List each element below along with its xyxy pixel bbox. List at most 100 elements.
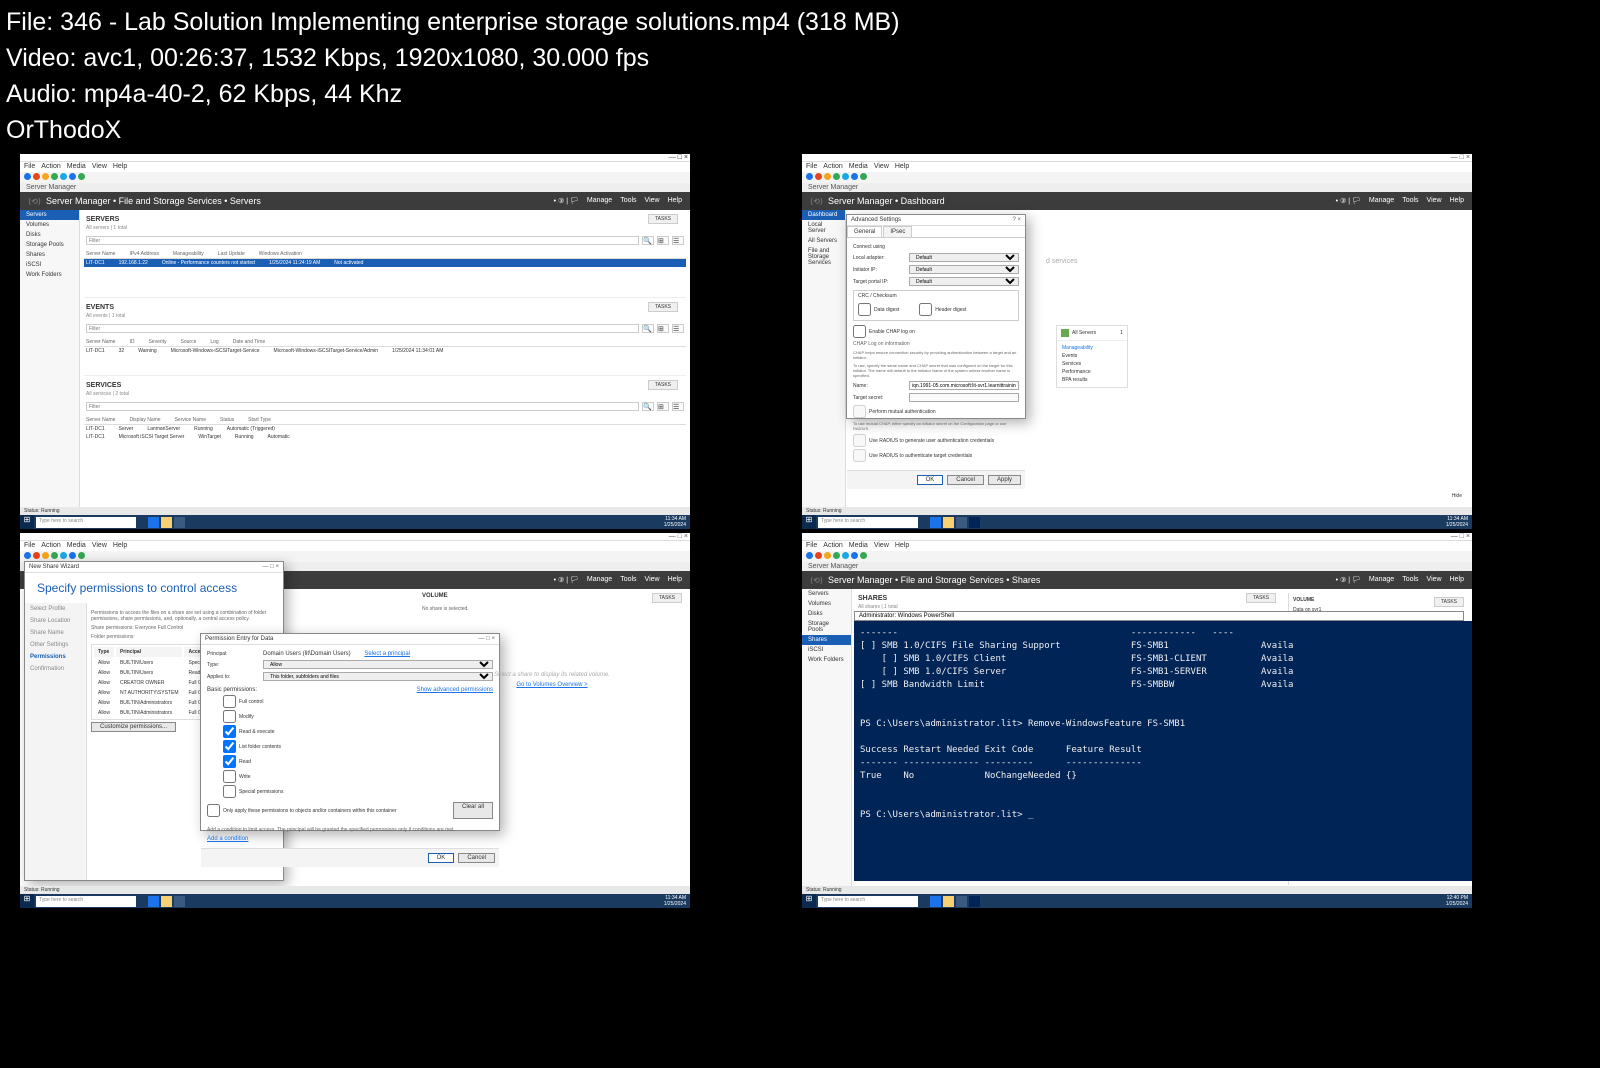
event-row[interactable]: LIT-DC132WarningMicrosoft-Windows-iSCSIT… <box>84 347 686 355</box>
edge-icon <box>148 517 159 528</box>
perm-row[interactable]: AllowCREATOR OWNERFull Con <box>94 679 216 687</box>
powershell-terminal[interactable]: ------- ------------ ---- [ ] SMB 1.0/CI… <box>854 621 1472 881</box>
tile-allservers[interactable]: All Servers1 Manageability Events Servic… <box>1056 325 1128 388</box>
back-icon[interactable]: ⟨⟲⟩ <box>28 197 41 206</box>
service-row[interactable]: LIT-DC1ServerLanmanServerRunningAutomati… <box>84 425 686 433</box>
sidebar-item-volumes: Volumes <box>20 220 79 230</box>
vm-menubar[interactable]: FileActionMediaViewHelp <box>20 162 690 172</box>
close-icon[interactable]: — □ × <box>263 564 279 570</box>
tag-line: OrThodoX <box>6 112 1594 148</box>
sidebar-item-filestorage: File and Storage Services <box>802 246 845 268</box>
only-apply-check[interactable] <box>207 804 220 817</box>
mutual-check[interactable] <box>853 405 866 418</box>
storage-sidebar[interactable]: Servers Volumes Disks Storage Pools Shar… <box>20 210 80 510</box>
header-digest-check[interactable] <box>919 303 932 316</box>
perm-row[interactable]: AllowBUILTIN\AdministratorsFull Con <box>94 709 216 717</box>
sm-header: ⟨⟲⟩ Server Manager • File and Storage Se… <box>802 571 1472 589</box>
select-principal-link[interactable]: Select a principal <box>364 651 410 657</box>
customize-button[interactable]: Customize permissions... <box>91 722 176 732</box>
explorer-icon <box>161 517 172 528</box>
perm-row[interactable]: AllowBUILTIN\AdministratorsFull Con <box>94 699 216 707</box>
target-portal-select[interactable]: Default <box>909 277 1019 286</box>
data-digest-check[interactable] <box>858 303 871 316</box>
volumes-overview-link[interactable]: Go to Volumes Overview > <box>422 682 682 688</box>
wizard-steps[interactable]: Select ProfileShare LocationShare NameOt… <box>25 603 87 880</box>
initiator-ip-select[interactable]: Default <box>909 265 1019 274</box>
sm-taskbar-icon <box>174 517 185 528</box>
breadcrumb[interactable]: Server Manager • File and Storage Servic… <box>828 575 1040 585</box>
dialog-title: Permission Entry for Data <box>205 636 273 642</box>
start-button: ⊞ <box>20 515 34 529</box>
ok-button[interactable]: OK <box>428 853 455 863</box>
sm-window-title: Server Manager— □ × <box>20 183 690 192</box>
chap-name-input[interactable] <box>909 381 1019 390</box>
target-secret-input[interactable] <box>909 393 1019 402</box>
ok-button[interactable]: OK <box>917 475 944 485</box>
apply-button[interactable]: Apply <box>988 475 1021 485</box>
vm-status: Status: Running <box>20 507 690 515</box>
thumbnail-grid: — □ × FileActionMediaViewHelp Server Man… <box>0 152 1600 912</box>
search-icon: 🔍 <box>642 236 654 245</box>
chap-enable-check[interactable] <box>853 325 866 338</box>
dash-sidebar[interactable]: Dashboard Local Server All Servers File … <box>802 210 846 510</box>
perm-check[interactable] <box>223 725 236 738</box>
perm-check[interactable] <box>223 695 236 708</box>
sidebar-item-shares: Shares <box>20 250 79 260</box>
service-row[interactable]: LIT-DC1Microsoft iSCSI Target ServerWinT… <box>84 433 686 441</box>
thumbnail-3: — □ × FileActionMediaViewHelp Server Man… <box>20 533 690 908</box>
file-info-header: File: 346 - Lab Solution Implementing en… <box>0 0 1600 152</box>
radius-auth-check[interactable] <box>853 449 866 462</box>
perm-check[interactable] <box>223 785 236 798</box>
taskbar[interactable]: ⊞Type here to search 11:34 AM1/25/2024 <box>802 515 1472 529</box>
taskbar[interactable]: ⊞ Type here to search 11:34 AM1/25/2024 <box>20 515 690 529</box>
thumbnail-2: — □ × FileActionMediaViewHelp Server Man… <box>802 154 1472 529</box>
sidebar-item-disks: Disks <box>20 230 79 240</box>
breadcrumb[interactable]: Server Manager • Dashboard <box>828 196 945 206</box>
storage-sidebar[interactable]: Servers Volumes Disks Storage Pools Shar… <box>802 589 852 889</box>
sidebar-item-allservers: All Servers <box>802 236 845 246</box>
filter-bar[interactable]: 🔍⊞☰ <box>84 234 686 247</box>
sidebar-item-local: Local Server <box>802 220 845 236</box>
sidebar-item-pools: Storage Pools <box>20 240 79 250</box>
hide-link[interactable]: Hide <box>1452 493 1462 499</box>
local-adapter-select[interactable]: Default <box>909 253 1019 262</box>
advanced-settings-dialog: Advanced Settings? × GeneralIPsec Connec… <box>846 214 1026 419</box>
clear-all-button[interactable]: Clear all <box>453 802 493 819</box>
servers-title: SERVERS <box>84 214 686 225</box>
taskbar[interactable]: ⊞Type here to search 11:34 AM1/25/2024 <box>20 894 690 908</box>
sidebar-item-shares: Shares <box>802 635 851 645</box>
add-condition-link[interactable]: Add a condition <box>207 836 493 842</box>
cancel-button[interactable]: Cancel <box>947 475 984 485</box>
radius-gen-check[interactable] <box>853 434 866 447</box>
taskbar[interactable]: ⊞Type here to search 12:40 PM1/25/2024 <box>802 894 1472 908</box>
vm-titlebar: — □ × <box>802 154 1472 162</box>
server-icon <box>1061 329 1069 337</box>
sidebar-item-servers: Servers <box>20 210 79 220</box>
dialog-title: Advanced Settings <box>851 217 901 223</box>
tab-general[interactable]: General <box>847 226 882 237</box>
sm-header: ⟨⟲⟩ Server Manager • File and Storage Se… <box>20 192 690 210</box>
taskbar-search: Type here to search <box>36 517 136 528</box>
breadcrumb[interactable]: Server Manager • File and Storage Servic… <box>46 196 261 206</box>
cancel-button[interactable]: Cancel <box>458 853 495 863</box>
ps-window-title: Administrator: Windows PowerShell <box>854 611 1464 621</box>
sidebar-item-workfolders: Work Folders <box>20 270 79 280</box>
perm-check[interactable] <box>223 710 236 723</box>
vm-toolbar[interactable] <box>802 172 1472 183</box>
vm-menubar[interactable]: FileActionMediaViewHelp <box>802 162 1472 172</box>
sm-header: ⟨⟲⟩ Server Manager • Dashboard • ③ | 🏳Ma… <box>802 192 1472 210</box>
perm-check[interactable] <box>223 755 236 768</box>
tasks-dropdown[interactable]: TASKS <box>648 214 678 224</box>
vm-toolbar[interactable] <box>20 172 690 183</box>
server-row[interactable]: LIT-DC1192.168.1.22Online - Performance … <box>84 259 686 267</box>
vm-titlebar: — □ × <box>20 154 690 162</box>
close-icon[interactable]: ? × <box>1012 217 1021 223</box>
perm-check[interactable] <box>223 740 236 753</box>
file-line: File: 346 - Lab Solution Implementing en… <box>6 4 1594 40</box>
perm-row[interactable]: AllowBUILTIN\UsersRead & ex <box>94 669 216 677</box>
tab-ipsec[interactable]: IPsec <box>883 226 912 237</box>
perm-row[interactable]: AllowNT AUTHORITY\SYSTEMFull Con <box>94 689 216 697</box>
perm-row[interactable]: AllowBUILTIN\UsersSpecial <box>94 659 216 667</box>
sm-menu[interactable]: • ③ | 🏳ManageToolsViewHelp <box>554 197 682 205</box>
perm-check[interactable] <box>223 770 236 783</box>
